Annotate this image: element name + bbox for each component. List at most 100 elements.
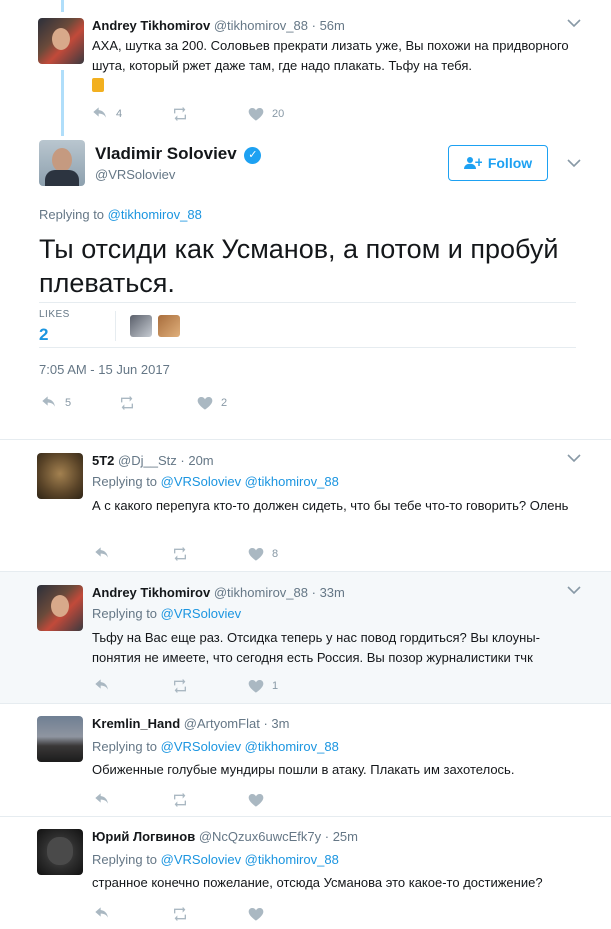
mention-link[interactable]: @VRSoloviev @tikhomirov_88 bbox=[161, 739, 339, 754]
user-name[interactable]: Andrey Tikhomirov bbox=[92, 585, 210, 600]
retweet-icon bbox=[119, 396, 135, 410]
retweet-button[interactable] bbox=[119, 395, 135, 411]
avatar[interactable] bbox=[37, 829, 83, 875]
tweet-header: Kremlin_Hand @ArtyomFlat · 3m bbox=[92, 716, 290, 731]
verified-icon: ✓ bbox=[244, 147, 262, 165]
retweet-button[interactable] bbox=[172, 546, 188, 562]
follow-button[interactable]: Follow bbox=[448, 145, 548, 181]
tweet-actions: 1 bbox=[94, 678, 394, 694]
retweet-icon bbox=[172, 107, 188, 121]
tweet-header: 5T2 @Dj__Stz · 20m bbox=[92, 453, 214, 468]
caret-down-icon[interactable] bbox=[567, 453, 581, 467]
tweet-text: странное конечно пожелание, отсюда Усман… bbox=[92, 875, 543, 890]
replying-to: Replying to @VRSoloviev @tikhomirov_88 bbox=[92, 852, 339, 867]
retweet-button[interactable] bbox=[172, 106, 196, 122]
main-tweet-header: Vladimir Soloviev ✓ bbox=[95, 144, 262, 165]
like-icon bbox=[197, 396, 213, 410]
user-handle[interactable]: @ArtyomFlat bbox=[184, 716, 260, 731]
tweet-time[interactable]: 3m bbox=[271, 716, 289, 731]
like-icon bbox=[248, 793, 264, 807]
tweet-timestamp[interactable]: 7:05 AM - 15 Jun 2017 bbox=[39, 362, 170, 377]
tweet-actions: 4 20 bbox=[92, 106, 392, 122]
user-handle[interactable]: @VRSoloviev bbox=[95, 167, 175, 182]
like-button[interactable] bbox=[248, 792, 272, 808]
retweet-icon bbox=[172, 679, 188, 693]
mention-link[interactable]: @VRSoloviev @tikhomirov_88 bbox=[161, 474, 339, 489]
caret-down-icon[interactable] bbox=[567, 585, 581, 599]
user-name[interactable]: Юрий Логвинов bbox=[92, 829, 195, 844]
like-button[interactable]: 2 bbox=[197, 395, 227, 411]
reply-icon bbox=[94, 679, 110, 693]
main-tweet-actions: 5 2 bbox=[41, 395, 341, 411]
retweet-icon bbox=[172, 547, 188, 561]
tweet-text: Обиженные голубые мундиры пошли в атаку.… bbox=[92, 762, 515, 777]
user-handle[interactable]: @NcQzux6uwcEfk7y bbox=[199, 829, 321, 844]
mention-link[interactable]: @tikhomirov_88 bbox=[108, 207, 202, 222]
avatar[interactable] bbox=[39, 140, 85, 186]
main-tweet-handle-row: @VRSoloviev bbox=[95, 167, 175, 182]
reply-tweet[interactable]: 5T2 @Dj__Stz · 20m Replying to @VRSolovi… bbox=[0, 440, 611, 571]
mention-link[interactable]: @VRSoloviev bbox=[161, 606, 241, 621]
tweet-actions bbox=[94, 906, 394, 922]
tweet-time[interactable]: 56m bbox=[320, 18, 345, 33]
reply-icon bbox=[94, 547, 110, 561]
like-icon bbox=[248, 107, 264, 121]
user-handle[interactable]: @tikhomirov_88 bbox=[214, 585, 308, 600]
like-button[interactable]: 8 bbox=[248, 546, 278, 562]
reply-tweet[interactable]: Юрий Логвинов @NcQzux6uwcEfk7y · 25m Rep… bbox=[0, 817, 611, 929]
reply-tweet[interactable]: Kremlin_Hand @ArtyomFlat · 3m Replying t… bbox=[0, 704, 611, 816]
avatar[interactable] bbox=[37, 585, 83, 631]
reply-button[interactable]: 4 bbox=[92, 106, 122, 122]
retweet-button[interactable] bbox=[172, 792, 188, 808]
reply-icon bbox=[92, 107, 108, 121]
tweet-actions: 8 bbox=[94, 546, 394, 562]
user-handle[interactable]: @tikhomirov_88 bbox=[214, 18, 308, 33]
retweet-icon bbox=[172, 907, 188, 921]
tweet-text: АХА, шутка за 200. Соловьев прекрати лиз… bbox=[92, 36, 592, 98]
tweet-header: Юрий Логвинов @NcQzux6uwcEfk7y · 25m bbox=[92, 829, 358, 844]
follow-icon bbox=[463, 157, 482, 169]
avatar[interactable] bbox=[37, 453, 83, 499]
caret-down-icon[interactable] bbox=[567, 18, 581, 32]
liker-avatar[interactable] bbox=[130, 315, 152, 337]
reply-tweet[interactable]: Andrey Tikhomirov @tikhomirov_88 · 33m R… bbox=[0, 572, 611, 703]
user-handle[interactable]: @Dj__Stz bbox=[118, 453, 177, 468]
avatar[interactable] bbox=[37, 716, 83, 762]
retweet-button[interactable] bbox=[172, 906, 188, 922]
caret-down-icon[interactable] bbox=[567, 158, 581, 172]
thumbs-down-emoji bbox=[92, 78, 104, 92]
user-name[interactable]: Vladimir Soloviev bbox=[95, 144, 237, 163]
reply-button[interactable] bbox=[94, 792, 110, 808]
tweet-time[interactable]: 33m bbox=[320, 585, 345, 600]
likes-label: LIKES bbox=[39, 309, 70, 320]
tweet-time[interactable]: 20m bbox=[188, 453, 213, 468]
like-button[interactable] bbox=[248, 906, 272, 922]
tweet-text: А с какого перепуга кто-то должен сидеть… bbox=[92, 498, 569, 513]
likes-count[interactable]: 2 bbox=[39, 325, 48, 345]
mention-link[interactable]: @VRSoloviev @tikhomirov_88 bbox=[161, 852, 339, 867]
like-button[interactable]: 20 bbox=[248, 106, 284, 122]
user-name[interactable]: 5T2 bbox=[92, 453, 114, 468]
replying-to: Replying to @VRSoloviev @tikhomirov_88 bbox=[92, 474, 339, 489]
divider bbox=[115, 311, 116, 341]
reply-button[interactable] bbox=[94, 678, 110, 694]
tweet-text: Тьфу на Вас еще раз. Отсидка теперь у на… bbox=[92, 630, 540, 665]
reply-button[interactable] bbox=[94, 546, 110, 562]
liker-avatar[interactable] bbox=[158, 315, 180, 337]
like-icon bbox=[248, 907, 264, 921]
user-name[interactable]: Kremlin_Hand bbox=[92, 716, 180, 731]
like-button[interactable]: 1 bbox=[248, 678, 278, 694]
tweet-time[interactable]: 25m bbox=[333, 829, 358, 844]
replying-to: Replying to @VRSoloviev @tikhomirov_88 bbox=[92, 739, 339, 754]
tweet-header: Andrey Tikhomirov @tikhomirov_88 · 33m bbox=[92, 585, 345, 600]
avatar[interactable] bbox=[38, 18, 84, 64]
tweet-header: Andrey Tikhomirov @tikhomirov_88 · 56m bbox=[92, 18, 345, 33]
reply-button[interactable] bbox=[94, 906, 110, 922]
retweet-button[interactable] bbox=[172, 678, 188, 694]
reply-icon bbox=[94, 793, 110, 807]
reply-icon bbox=[94, 907, 110, 921]
user-name[interactable]: Andrey Tikhomirov bbox=[92, 18, 210, 33]
replying-to: Replying to @VRSoloviev bbox=[92, 606, 242, 621]
reply-button[interactable]: 5 bbox=[41, 395, 71, 411]
tweet[interactable]: Andrey Tikhomirov @tikhomirov_88 · 56m А… bbox=[0, 0, 611, 136]
